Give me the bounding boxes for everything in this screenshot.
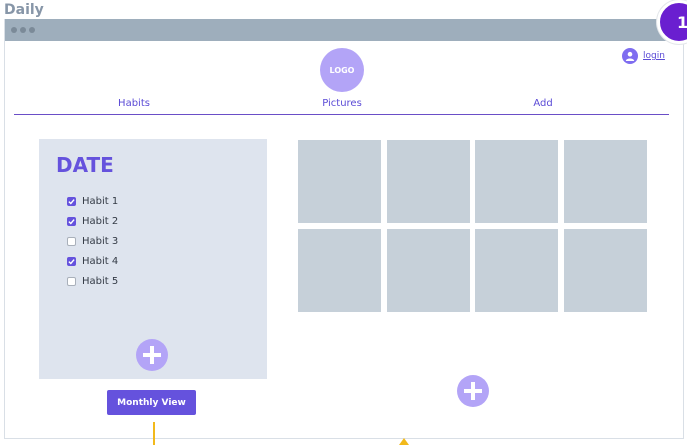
habit-list: Habit 1 Habit 2 Habit 3 Habit 4 Habit 5 xyxy=(67,191,118,291)
picture-thumbnail[interactable] xyxy=(387,140,470,223)
window-titlebar xyxy=(5,19,683,41)
picture-thumbnail[interactable] xyxy=(298,140,381,223)
check-icon xyxy=(68,198,75,205)
habit-label: Habit 1 xyxy=(82,195,119,207)
monthly-view-button[interactable]: Monthly View xyxy=(107,390,196,415)
habit-label: Habit 4 xyxy=(82,255,119,267)
window-dot-icon xyxy=(20,27,26,33)
picture-thumbnail[interactable] xyxy=(387,229,470,312)
nav-item-add[interactable]: Add xyxy=(533,98,552,109)
check-icon xyxy=(68,258,75,265)
picture-thumbnail[interactable] xyxy=(475,140,558,223)
habit-label: Habit 5 xyxy=(82,275,119,287)
nav-item-habits[interactable]: Habits xyxy=(118,98,150,109)
date-heading: DATE xyxy=(56,153,114,177)
main-nav: Habits Pictures Add xyxy=(14,96,669,115)
habit-item[interactable]: Habit 5 xyxy=(67,271,118,291)
picture-thumbnail[interactable] xyxy=(298,229,381,312)
habit-item[interactable]: Habit 3 xyxy=(67,231,118,251)
user-icon xyxy=(622,48,638,64)
window-dot-icon xyxy=(29,27,35,33)
login-link[interactable]: login xyxy=(622,47,665,65)
habit-item[interactable]: Habit 1 xyxy=(67,191,118,211)
annotation-marker xyxy=(399,438,409,445)
picture-thumbnail[interactable] xyxy=(564,140,647,223)
habit-label: Habit 2 xyxy=(82,215,119,227)
habit-checkbox[interactable] xyxy=(67,276,76,286)
nav-item-pictures[interactable]: Pictures xyxy=(322,98,362,109)
add-habit-button[interactable] xyxy=(136,339,168,371)
window-dot-icon xyxy=(11,27,17,33)
plus-icon xyxy=(464,382,482,400)
habit-checkbox[interactable] xyxy=(67,216,76,226)
habit-checkbox[interactable] xyxy=(67,196,76,206)
picture-thumbnail[interactable] xyxy=(564,229,647,312)
habit-item[interactable]: Habit 2 xyxy=(67,211,118,231)
login-label: login xyxy=(643,51,665,61)
habit-panel: DATE Habit 1 Habit 2 Habit 3 Habit 4 Hab… xyxy=(39,139,267,379)
add-picture-button[interactable] xyxy=(457,375,489,407)
page-title: Daily xyxy=(4,2,44,18)
logo[interactable]: LOGO xyxy=(320,48,364,92)
habit-label: Habit 3 xyxy=(82,235,119,247)
habit-checkbox[interactable] xyxy=(67,236,76,246)
habit-item[interactable]: Habit 4 xyxy=(67,251,118,271)
check-icon xyxy=(68,218,75,225)
habit-checkbox[interactable] xyxy=(67,256,76,266)
picture-thumbnail[interactable] xyxy=(475,229,558,312)
plus-icon xyxy=(143,346,161,364)
annotation-connector xyxy=(153,422,155,445)
